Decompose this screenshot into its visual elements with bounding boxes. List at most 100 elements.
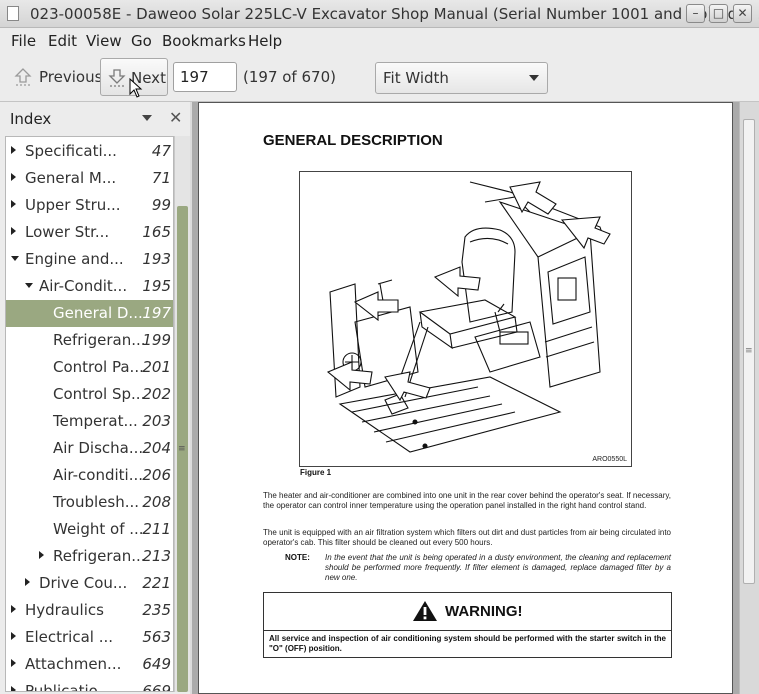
tree-item-label: Hydraulics [25, 601, 104, 619]
tree-item-label: Attachmen... [25, 655, 122, 673]
tree-item[interactable]: General M... 71 [6, 165, 173, 192]
tree-item-label: Air Discha... [53, 439, 144, 457]
menu-view[interactable]: View [86, 32, 122, 50]
warning-triangle-icon [413, 601, 437, 621]
tree-item[interactable]: Air-conditi... 206 [6, 462, 173, 489]
menu-bookmarks[interactable]: Bookmarks [162, 32, 246, 50]
tree-item[interactable]: Refrigeran... 213 [6, 543, 173, 570]
tree-item[interactable]: Electrical ... 563 [6, 624, 173, 651]
tree-item-page: 201 [142, 358, 171, 376]
tree-item[interactable]: Control Pa... 201 [6, 354, 173, 381]
expander-closed-icon[interactable] [11, 659, 16, 667]
previous-label: Previous [39, 68, 103, 86]
tree-item-label: Air-Condit... [39, 277, 128, 295]
tree-item[interactable]: Attachmen... 649 [6, 651, 173, 678]
tree-item-label: Publicatio... [25, 682, 112, 692]
expander-open-icon[interactable] [25, 283, 33, 288]
tree-item-page: 99 [151, 196, 171, 214]
tree-item[interactable]: Specificati... 47 [6, 138, 173, 165]
index-tree[interactable]: Specificati... 47 General M... 71 Upper Stru… [5, 136, 174, 692]
tree-item-label: Drive Cou... [39, 574, 128, 592]
page-number-input[interactable] [173, 62, 237, 92]
tree-item[interactable]: Refrigeran... 199 [6, 327, 173, 354]
menu-help[interactable]: Help [248, 32, 282, 50]
figure-1: ARO0550L [299, 171, 632, 467]
tree-item[interactable]: General D... 197 [6, 300, 173, 327]
tree-item[interactable]: Air Discha... 204 [6, 435, 173, 462]
paragraph-heater: The heater and air-conditioner are combi… [263, 491, 671, 510]
warning-header: WARNING! [264, 593, 671, 631]
tree-item-page: 202 [142, 385, 171, 403]
tree-item-label: Upper Stru... [25, 196, 121, 214]
mouse-cursor-icon [129, 78, 143, 98]
toolbar: Previous Next (197 of 670) Fit Width [0, 54, 759, 102]
tree-item-page: 649 [142, 655, 171, 673]
scroll-grip-icon: ≡ [745, 346, 753, 356]
sidebar-menu-icon[interactable] [142, 115, 152, 121]
tree-item[interactable]: Lower Str... 165 [6, 219, 173, 246]
sidebar: Index ✕ Specificati... 47 General M... 71 Up… [0, 102, 190, 694]
expander-closed-icon[interactable] [11, 227, 16, 235]
expander-closed-icon[interactable] [11, 605, 16, 613]
tree-item-label: General M... [25, 169, 117, 187]
scroll-grip-icon: ≡ [178, 444, 186, 454]
tree-item-label: Control Sp... [53, 385, 146, 403]
expander-open-icon[interactable] [11, 256, 19, 261]
tree-item-label: Troublesh... [53, 493, 140, 511]
tree-item-page: 563 [142, 628, 171, 646]
maximize-button[interactable]: □ [709, 4, 728, 23]
window-title: 023-00058E - Daweoo Solar 225LC-V Excava… [30, 5, 759, 23]
tree-item-page: 197 [142, 304, 171, 322]
tree-item-label: Refrigeran... [53, 547, 146, 565]
tree-item-page: 71 [151, 169, 171, 187]
tree-item-page: 193 [142, 250, 171, 268]
minimize-button[interactable]: – [686, 4, 705, 23]
tree-item[interactable]: Air-Condit... 195 [6, 273, 173, 300]
page-count-label: (197 of 670) [243, 68, 336, 86]
tree-item[interactable]: Control Sp... 202 [6, 381, 173, 408]
excavator-cab-illustration [326, 181, 611, 453]
warning-box: WARNING! All service and inspection of a… [263, 592, 672, 658]
tree-item[interactable]: Engine and... 193 [6, 246, 173, 273]
expander-closed-icon[interactable] [11, 686, 16, 691]
sidebar-title: Index [10, 110, 52, 128]
menu-file[interactable]: File [11, 32, 36, 50]
tree-item[interactable]: Drive Cou... 221 [6, 570, 173, 597]
paragraph-filter: The unit is equipped with an air filtrat… [263, 528, 671, 547]
expander-closed-icon[interactable] [39, 551, 44, 559]
note-label: NOTE: [285, 553, 310, 562]
tree-item-page: 235 [142, 601, 171, 619]
tree-item[interactable]: Hydraulics 235 [6, 597, 173, 624]
tree-item-page: 211 [142, 520, 171, 538]
tree-item[interactable]: Upper Stru... 99 [6, 192, 173, 219]
sidebar-close-icon[interactable]: ✕ [169, 108, 182, 127]
document-view: GENERAL DESCRIPTION ARO0550L Figure 1 Th… [192, 102, 759, 694]
tree-item[interactable]: Troublesh... 208 [6, 489, 173, 516]
menu-edit[interactable]: Edit [48, 32, 77, 50]
expander-closed-icon[interactable] [11, 146, 16, 154]
tree-item-page: 165 [142, 223, 171, 241]
expander-closed-icon[interactable] [11, 632, 16, 640]
tree-item[interactable]: Publicatio... 669 [6, 678, 173, 692]
tree-item-label: General D... [53, 304, 143, 322]
title-bar: 023-00058E - Daweoo Solar 225LC-V Excava… [0, 0, 759, 28]
tree-item-label: Refrigeran... [53, 331, 146, 349]
menu-go[interactable]: Go [131, 32, 152, 50]
previous-button[interactable]: Previous [6, 58, 102, 96]
note-text: In the event that the unit is being oper… [325, 553, 671, 582]
pdf-page: GENERAL DESCRIPTION ARO0550L Figure 1 Th… [198, 102, 733, 694]
tree-item-label: Control Pa... [53, 358, 144, 376]
expander-closed-icon[interactable] [25, 578, 30, 586]
sidebar-scrollbar[interactable]: ≡ [174, 136, 190, 692]
close-button[interactable]: ✕ [733, 4, 752, 23]
tree-item-label: Weight of ... [53, 520, 144, 538]
zoom-select[interactable]: Fit Width [375, 62, 548, 94]
arrow-down-icon [108, 69, 126, 87]
expander-closed-icon[interactable] [11, 173, 16, 181]
tree-item[interactable]: Weight of ... 211 [6, 516, 173, 543]
tree-item-page: 208 [142, 493, 171, 511]
document-scrollbar[interactable]: ≡ [739, 102, 759, 694]
menu-bar: File Edit View Go Bookmarks Help [0, 28, 759, 54]
tree-item[interactable]: Temperat... 203 [6, 408, 173, 435]
expander-closed-icon[interactable] [11, 200, 16, 208]
